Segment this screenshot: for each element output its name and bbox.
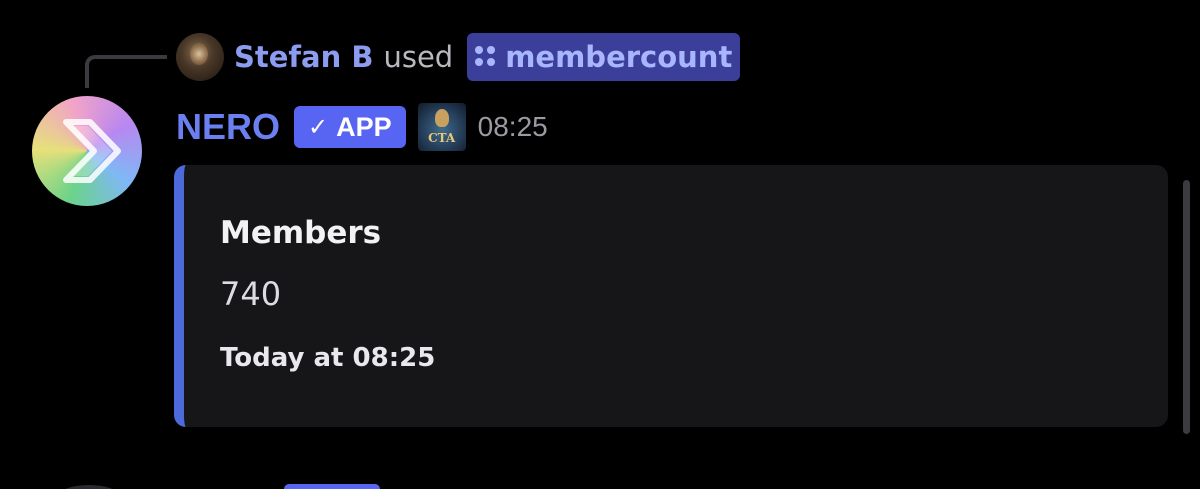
command-grid-icon [475,46,497,68]
app-badge: ✓ APP [294,106,406,148]
reply-used-text: used [383,40,454,74]
bot-avatar[interactable] [32,96,142,206]
bot-username[interactable]: NERO [176,106,280,148]
reply-connector [85,55,167,88]
reply-user-avatar[interactable] [176,33,224,81]
reply-username[interactable]: Stefan B [234,40,373,74]
message-header: NERO ✓ APP CTA 08:25 [176,103,548,151]
scrollbar[interactable] [1183,180,1190,434]
embed-footer: Today at 08:25 [220,343,436,373]
command-chip[interactable]: membercount [467,33,741,81]
chat-view: Stefan B used membercount NERO ✓ APP CTA… [0,0,1200,489]
command-name: membercount [505,40,733,74]
cta-role-icon[interactable]: CTA [417,103,466,151]
embed-field-value: 740 [220,275,282,313]
embed-field-name: Members [220,215,382,251]
reply-header[interactable]: Stefan B used membercount [176,32,741,82]
next-message-badge [284,484,380,489]
role-icon-label: CTA [428,131,456,145]
message-timestamp: 08:25 [477,111,548,142]
app-badge-label: APP [336,111,392,142]
chevron-arrow-icon [63,119,121,183]
embed-card: Members 740 Today at 08:25 [174,165,1168,427]
next-message-avatar[interactable] [60,485,118,489]
checkmark-icon: ✓ [308,113,329,141]
